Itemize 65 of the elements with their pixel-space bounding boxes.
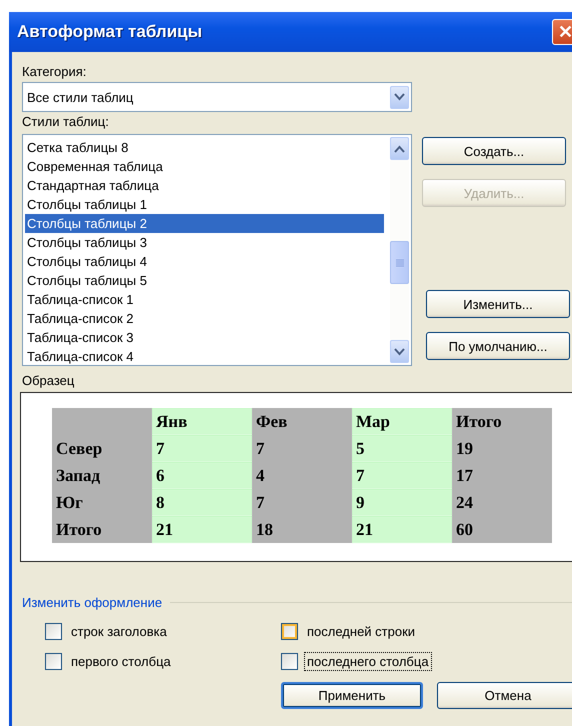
cancel-button[interactable]: Отмена (437, 682, 572, 709)
checkbox-label[interactable]: последнего столбца (304, 652, 432, 670)
preview-label: Образец (22, 372, 76, 390)
table-value: 60 (456, 520, 473, 538)
table-value: 8 (156, 492, 164, 512)
chevron-down-icon (394, 93, 405, 101)
scrollbar[interactable] (390, 137, 409, 363)
table-value: 19 (456, 438, 473, 458)
list-item[interactable]: Столбцы таблицы 5 (25, 271, 384, 290)
table-value: 21 (356, 520, 373, 538)
side-button[interactable]: По умолчанию... (426, 332, 570, 360)
table-value: 7 (156, 438, 164, 458)
list-item[interactable]: Столбцы таблицы 3 (25, 233, 384, 252)
list-item[interactable]: Стандартная таблица (25, 176, 384, 195)
list-item[interactable]: Таблица-список 4 (25, 347, 384, 366)
dropdown-arrow-button[interactable] (390, 86, 409, 108)
grip-icon (396, 258, 404, 266)
table-value: 21 (156, 520, 173, 538)
table-value: 7 (356, 466, 364, 484)
column-header: Фев (256, 412, 288, 430)
list-item[interactable]: Таблица-список 2 (25, 309, 384, 328)
chevron-up-icon (394, 144, 405, 152)
table-value: 5 (356, 438, 364, 458)
checkbox[interactable] (45, 652, 62, 670)
chevron-down-icon (394, 348, 405, 356)
list-item[interactable]: Сетка таблицы 8 (25, 138, 384, 157)
scroll-thumb[interactable] (390, 241, 409, 284)
table-value: 4 (256, 466, 264, 484)
list-item[interactable]: Столбцы таблицы 1 (25, 195, 384, 214)
scroll-down-button[interactable] (390, 340, 409, 363)
scroll-up-button[interactable] (390, 137, 409, 160)
category-dropdown[interactable]: Все стили таблиц (22, 82, 412, 112)
list-item[interactable]: Таблица-список 1 (25, 290, 384, 309)
checkbox[interactable] (281, 622, 298, 640)
column-header: Янв (156, 412, 188, 430)
row-header: Запад (56, 466, 100, 484)
side-button[interactable]: Создать... (422, 137, 566, 165)
table-value: 6 (156, 466, 164, 484)
window-title: Автоформат таблицы (17, 22, 202, 42)
checkbox-label[interactable]: последней строки (304, 622, 418, 640)
checkbox-label[interactable]: первого столбца (68, 652, 174, 670)
table-value: 24 (456, 492, 473, 512)
row-header: Итого (56, 520, 102, 538)
table-value: 18 (256, 520, 273, 538)
column-header: Мар (356, 412, 390, 430)
column-header: Итого (456, 412, 502, 430)
group-title: Изменить оформление (22, 594, 162, 610)
row-header: Юг (56, 492, 83, 512)
styles-label: Стили таблиц: (22, 113, 110, 131)
table-value: 17 (456, 466, 473, 484)
checkbox[interactable] (45, 622, 62, 640)
list-item[interactable]: Таблица-список 3 (25, 328, 384, 347)
category-label: Категория: (22, 63, 88, 81)
list-item[interactable]: Современная таблица (25, 157, 384, 176)
list-item[interactable]: Столбцы таблицы 4 (25, 252, 384, 271)
list-item[interactable]: Столбцы таблицы 2 (25, 214, 384, 233)
checkbox-label[interactable]: строк заголовка (68, 622, 170, 640)
side-button[interactable]: Изменить... (426, 290, 570, 318)
apply-button[interactable]: Применить (281, 682, 423, 709)
table-value: 7 (256, 492, 264, 512)
table-value: 7 (256, 438, 264, 458)
checkbox[interactable] (281, 652, 298, 670)
close-button[interactable]: ✕ (552, 19, 572, 45)
table-value: 9 (356, 492, 364, 512)
row-header: Север (56, 438, 102, 458)
